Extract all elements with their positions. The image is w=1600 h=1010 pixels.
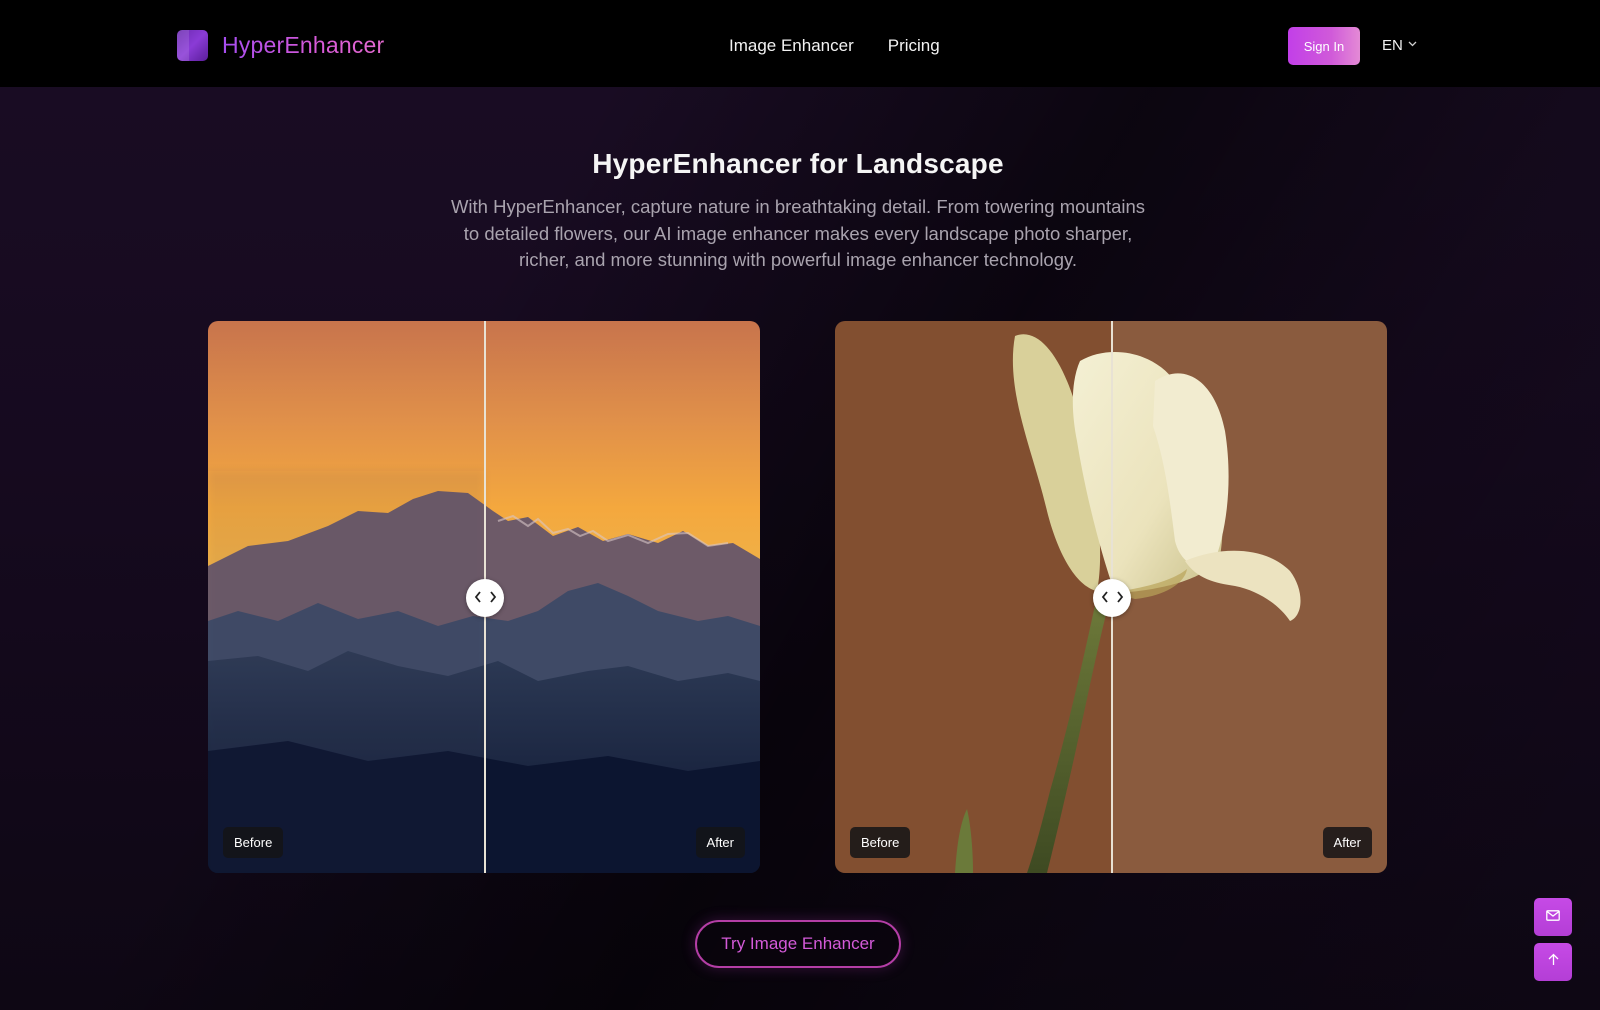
chevron-left-icon [1101,590,1109,606]
brand-logo[interactable]: HyperEnhancer [177,30,384,61]
main-nav: Image Enhancer Pricing [729,36,940,56]
nav-pricing[interactable]: Pricing [888,36,940,56]
slider-handle[interactable] [466,579,504,617]
sign-in-button[interactable]: Sign In [1288,27,1360,65]
slider-handle[interactable] [1093,579,1131,617]
comparison-slider-tulip[interactable]: Before After [835,321,1387,873]
language-selector[interactable]: EN [1382,37,1417,54]
before-label: Before [223,827,284,858]
nav-image-enhancer[interactable]: Image Enhancer [729,36,854,56]
contact-button[interactable] [1534,898,1572,936]
chevron-right-icon [1116,590,1124,606]
section-description: With HyperEnhancer, capture nature in br… [450,196,1146,270]
top-navbar: HyperEnhancer Image Enhancer Pricing Sig… [0,0,1600,87]
back-to-top-button[interactable] [1534,943,1572,981]
brand-name: HyperEnhancer [222,32,385,58]
chevron-down-icon [1408,39,1417,50]
comparison-slider-mountains[interactable]: Before After [208,321,760,873]
arrow-up-icon [1548,953,1559,971]
chevron-right-icon [489,590,497,606]
logo-icon [177,30,208,61]
section-title: HyperEnhancer for Landscape [592,148,1004,179]
try-image-enhancer-button[interactable]: Try Image Enhancer [695,920,901,968]
chevron-left-icon [474,590,482,606]
page: HyperEnhancer Image Enhancer Pricing Sig… [0,0,1600,1010]
after-label: After [1322,827,1372,858]
after-label: After [695,827,745,858]
mail-icon [1546,908,1560,926]
language-label: EN [1382,37,1403,54]
before-label: Before [850,827,911,858]
